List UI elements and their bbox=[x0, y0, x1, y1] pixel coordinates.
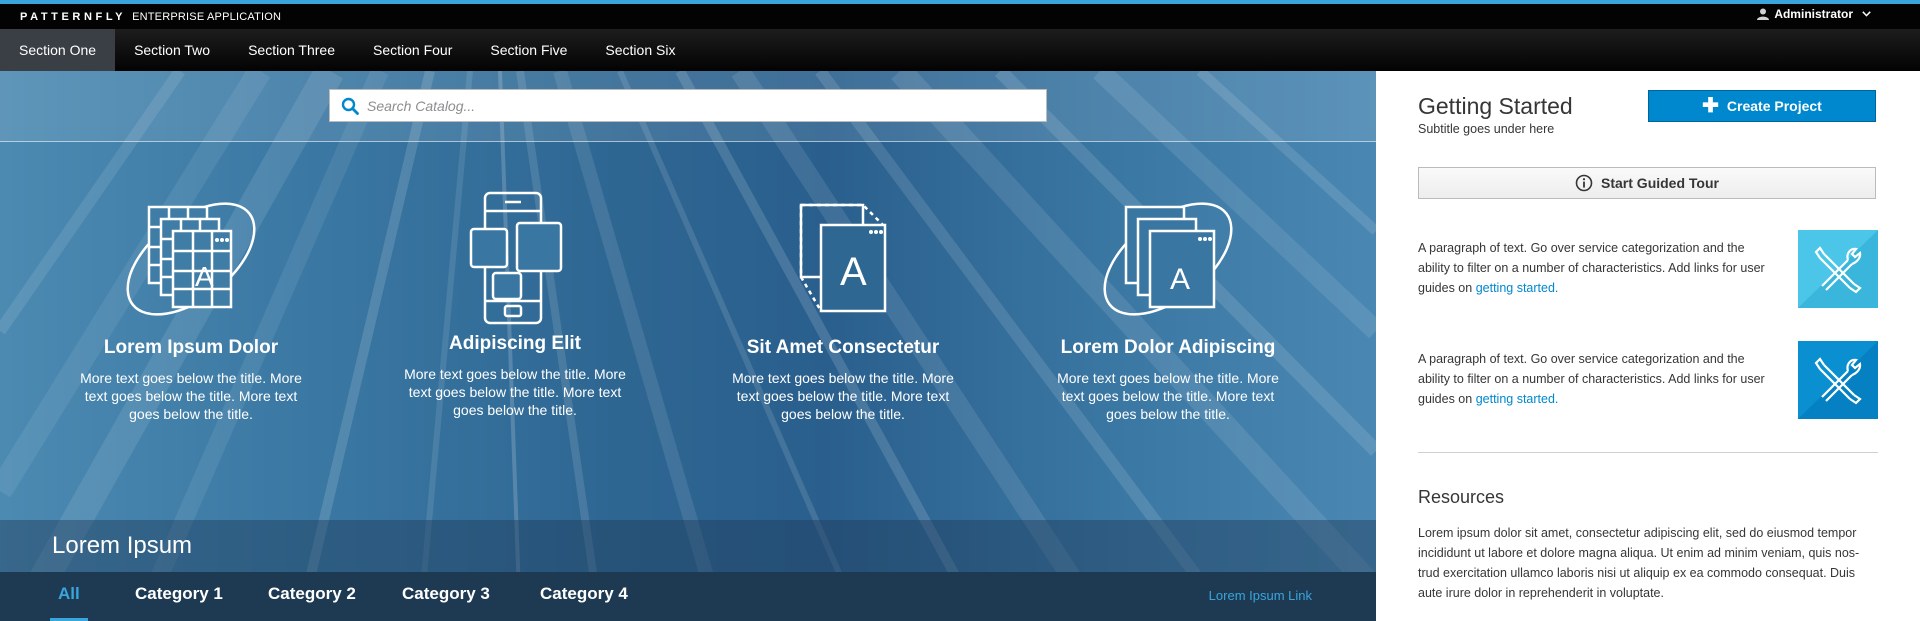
info-text: A paragraph of text. Go over service cat… bbox=[1418, 352, 1765, 406]
svg-text:A: A bbox=[840, 250, 867, 294]
tab-all[interactable]: All bbox=[50, 584, 88, 621]
feature-list: A Lorem Ipsum Dolor More text goes below… bbox=[0, 191, 1376, 461]
tools-icon bbox=[1798, 230, 1878, 308]
brand-subtitle: ENTERPRISE APPLICATION bbox=[132, 10, 282, 23]
chevron-down-icon bbox=[1862, 11, 1871, 17]
hero-banner: A Lorem Ipsum Dolor More text goes below… bbox=[0, 71, 1376, 621]
info-icon bbox=[1575, 174, 1593, 192]
feature-title: Sit Amet Consectetur bbox=[746, 337, 940, 358]
feature-title: Adipiscing Elit bbox=[449, 333, 581, 354]
info-paragraph: A paragraph of text. Go over service cat… bbox=[1418, 238, 1768, 298]
feature-description: More text goes below the title. More tex… bbox=[404, 366, 626, 418]
lorem-ipsum-link[interactable]: Lorem Ipsum Link bbox=[1209, 588, 1312, 603]
feature-description: More text goes below the title. More tex… bbox=[80, 370, 302, 422]
svg-text:A: A bbox=[1170, 263, 1190, 296]
table-orbit-icon: A bbox=[126, 202, 256, 316]
resources-title: Resources bbox=[1418, 487, 1505, 507]
getting-started-panel: Getting Started Subtitle goes under here… bbox=[1376, 71, 1920, 621]
search-icon bbox=[341, 97, 359, 115]
mobile-devices-icon bbox=[469, 191, 563, 325]
panel-divider bbox=[1418, 452, 1878, 453]
feature-card[interactable]: A Lorem Ipsum Dolor More text goes below… bbox=[61, 201, 321, 423]
stacked-windows-orbit-icon: A bbox=[1103, 202, 1233, 316]
app-cube-icon: A bbox=[799, 203, 887, 313]
feature-card[interactable]: A Lorem Dolor Adipiscing More text goes … bbox=[1038, 201, 1298, 423]
feature-description: More text goes below the title. More tex… bbox=[1057, 370, 1279, 422]
getting-started-link[interactable]: getting started. bbox=[1476, 281, 1559, 295]
resources-text: Lorem ipsum dolor sit amet, consectetur … bbox=[1418, 526, 1860, 600]
start-guided-tour-label: Start Guided Tour bbox=[1601, 175, 1719, 191]
category-tabs: All Category 1 Category 2 Category 3 Cat… bbox=[0, 572, 1376, 621]
tab-category-2[interactable]: Category 2 bbox=[268, 584, 356, 621]
getting-started-link[interactable]: getting started. bbox=[1476, 392, 1559, 406]
info-illustration[interactable] bbox=[1798, 341, 1878, 419]
lorem-ipsum-band: Lorem Ipsum bbox=[0, 520, 1376, 572]
tab-category-4[interactable]: Category 4 bbox=[540, 584, 628, 621]
start-guided-tour-button[interactable]: Start Guided Tour bbox=[1418, 167, 1876, 199]
nav-item-section-six[interactable]: Section Six bbox=[586, 29, 694, 71]
nav-item-section-five[interactable]: Section Five bbox=[471, 29, 586, 71]
create-project-button[interactable]: ✚ Create Project bbox=[1648, 90, 1876, 122]
tab-category-1[interactable]: Category 1 bbox=[135, 584, 223, 621]
panel-title: Getting Started bbox=[1418, 93, 1573, 119]
brand-logo[interactable]: PATTERNFLY bbox=[20, 11, 126, 23]
info-illustration[interactable] bbox=[1798, 230, 1878, 308]
info-text: A paragraph of text. Go over service cat… bbox=[1418, 241, 1765, 295]
tools-icon bbox=[1798, 341, 1878, 419]
user-icon bbox=[1757, 8, 1770, 20]
plus-icon: ✚ bbox=[1702, 95, 1719, 117]
create-project-label: Create Project bbox=[1726, 98, 1822, 114]
info-item: A paragraph of text. Go over service cat… bbox=[1418, 230, 1878, 310]
primary-nav: Section One Section Two Section Three Se… bbox=[0, 29, 1920, 71]
feature-card[interactable]: Adipiscing Elit More text goes below the… bbox=[385, 191, 645, 419]
nav-item-section-one[interactable]: Section One bbox=[0, 29, 116, 71]
feature-card[interactable]: A Sit Amet Consectetur More text goes be… bbox=[713, 201, 973, 423]
info-paragraph: A paragraph of text. Go over service cat… bbox=[1418, 349, 1768, 409]
nav-item-section-two[interactable]: Section Two bbox=[115, 29, 229, 71]
tab-category-3[interactable]: Category 3 bbox=[402, 584, 490, 621]
feature-title: Lorem Ipsum Dolor bbox=[103, 337, 279, 358]
search-band bbox=[0, 71, 1376, 142]
nav-item-section-three[interactable]: Section Three bbox=[229, 29, 354, 71]
user-name: Administrator bbox=[1774, 7, 1853, 21]
masthead: PATTERNFLY ENTERPRISE APPLICATION Admini… bbox=[0, 4, 1920, 29]
user-menu[interactable]: Administrator bbox=[1757, 7, 1876, 21]
svg-text:A: A bbox=[195, 261, 214, 292]
search-input[interactable] bbox=[367, 97, 1027, 114]
feature-title: Lorem Dolor Adipiscing bbox=[1060, 337, 1276, 358]
panel-subtitle: Subtitle goes under here bbox=[1418, 122, 1555, 136]
catalog-search[interactable] bbox=[329, 89, 1047, 122]
info-item: A paragraph of text. Go over service cat… bbox=[1418, 341, 1878, 421]
band-title: Lorem Ipsum bbox=[52, 532, 193, 559]
feature-description: More text goes below the title. More tex… bbox=[732, 370, 954, 422]
nav-item-section-four[interactable]: Section Four bbox=[354, 29, 471, 71]
